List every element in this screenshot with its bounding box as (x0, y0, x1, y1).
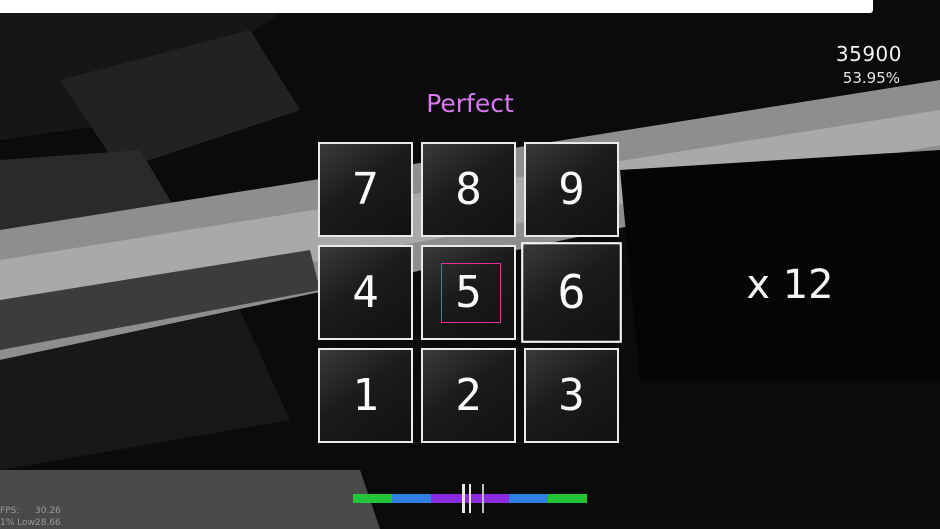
tile-5[interactable]: 5 (421, 245, 516, 340)
fps-label: FPS: (0, 506, 20, 516)
tile-1[interactable]: 1 (318, 348, 413, 443)
tile-4[interactable]: 4 (318, 245, 413, 340)
hit-marker (462, 484, 465, 513)
hit-marker (469, 484, 471, 513)
tile-grid: 7 8 9 4 5 6 1 2 3 (318, 142, 624, 448)
accuracy-display: 53.95% (842, 69, 900, 87)
fps-low-label: 1% Low: (0, 518, 38, 528)
tile-6[interactable]: 6 (521, 242, 622, 343)
hit-marker (482, 484, 484, 513)
tile-2[interactable]: 2 (421, 348, 516, 443)
combo-counter: x 12 (746, 262, 834, 308)
timing-segment-good-late (548, 494, 587, 503)
tile-8[interactable]: 8 (421, 142, 516, 237)
timing-segment-good-early (353, 494, 392, 503)
tile-9[interactable]: 9 (524, 142, 619, 237)
hit-judgement: Perfect (426, 89, 514, 118)
fps-value: 30.26 (35, 506, 61, 516)
fps-low-value: 28.66 (35, 518, 61, 528)
approach-target (441, 263, 501, 323)
tile-3[interactable]: 3 (524, 348, 619, 443)
top-progress-bar (0, 0, 873, 13)
timing-segment-great-early (392, 494, 431, 503)
score-display: 35900 (835, 42, 902, 66)
tile-7[interactable]: 7 (318, 142, 413, 237)
timing-segment-great-late (509, 494, 548, 503)
fps-counter: FPS: 30.26 1% Low: 28.66 (0, 505, 61, 529)
